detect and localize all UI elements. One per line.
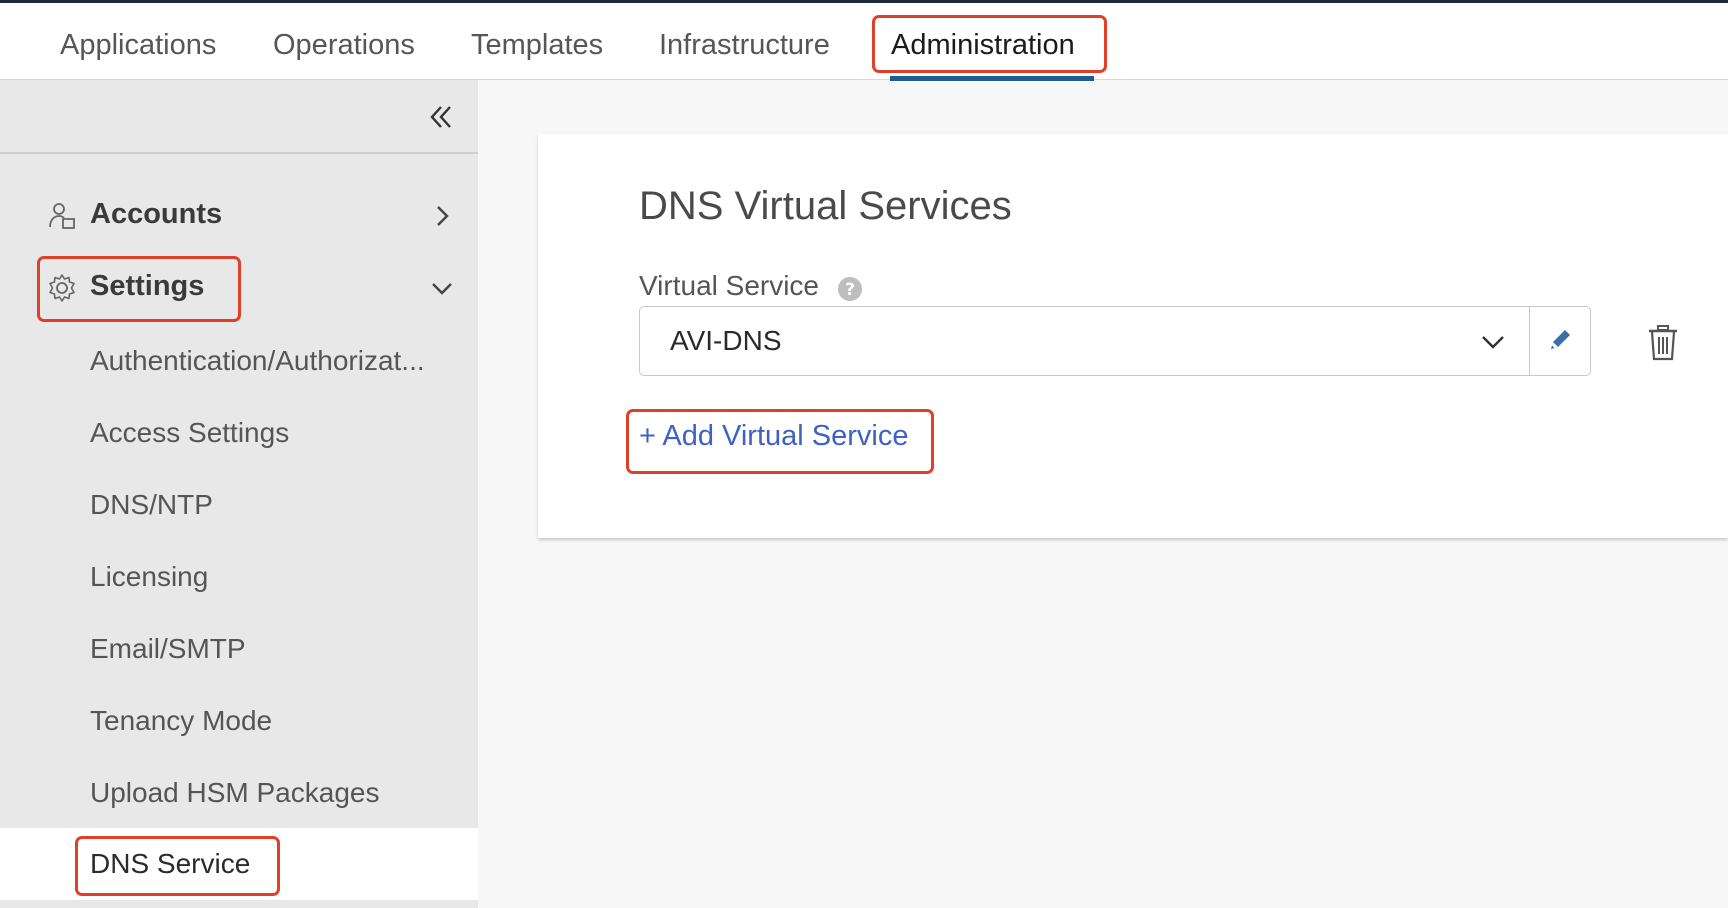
user-accounts-icon bbox=[49, 203, 75, 229]
sidebar-item-email-smtp[interactable]: Email/SMTP bbox=[0, 616, 478, 682]
double-chevron-left-icon[interactable] bbox=[424, 100, 458, 134]
chevron-right-icon bbox=[437, 206, 449, 226]
sidebar-collapse-bar bbox=[0, 80, 478, 154]
sidebar-item-authentication[interactable]: Authentication/Authorizat... bbox=[0, 328, 478, 394]
sidebar-item-dns-ntp[interactable]: DNS/NTP bbox=[0, 472, 478, 538]
chevron-down-icon[interactable] bbox=[1478, 327, 1508, 357]
page-title: DNS Virtual Services bbox=[639, 184, 1012, 228]
highlight-add-virtual-service bbox=[626, 409, 934, 474]
sidebar-group-label: Accounts bbox=[90, 198, 223, 230]
virtual-service-selected-value: AVI-DNS bbox=[670, 325, 782, 356]
virtual-service-select[interactable]: AVI-DNS bbox=[639, 306, 1591, 376]
dns-virtual-services-card: DNS Virtual Services Virtual Service ? A… bbox=[538, 134, 1728, 538]
sidebar-item-licensing[interactable]: Licensing bbox=[0, 544, 478, 610]
highlight-dns-service-item bbox=[75, 836, 280, 896]
tab-templates[interactable]: Templates bbox=[461, 25, 613, 65]
chevron-down-icon bbox=[432, 283, 452, 295]
help-icon[interactable]: ? bbox=[837, 276, 863, 302]
tab-operations[interactable]: Operations bbox=[263, 25, 425, 65]
tab-infrastructure[interactable]: Infrastructure bbox=[649, 25, 840, 65]
sidebar: Accounts Settings Authentication/Authori… bbox=[0, 80, 478, 908]
trash-icon[interactable] bbox=[1646, 324, 1680, 362]
highlight-settings-group bbox=[37, 256, 241, 322]
sidebar-item-tenancy-mode[interactable]: Tenancy Mode bbox=[0, 688, 478, 754]
top-navigation: Applications Operations Templates Infras… bbox=[0, 0, 1728, 81]
highlight-administration-tab bbox=[872, 15, 1107, 73]
virtual-service-label: Virtual Service bbox=[639, 270, 820, 301]
sidebar-item-upload-hsm-packages[interactable]: Upload HSM Packages bbox=[0, 760, 478, 826]
active-tab-indicator bbox=[890, 76, 1094, 81]
select-divider bbox=[1529, 307, 1530, 375]
pencil-edit-icon[interactable] bbox=[1545, 325, 1575, 355]
sidebar-item-access-settings[interactable]: Access Settings bbox=[0, 400, 478, 466]
tab-applications[interactable]: Applications bbox=[50, 25, 226, 65]
svg-text:?: ? bbox=[845, 280, 855, 300]
sidebar-group-accounts[interactable]: Accounts bbox=[0, 186, 478, 246]
